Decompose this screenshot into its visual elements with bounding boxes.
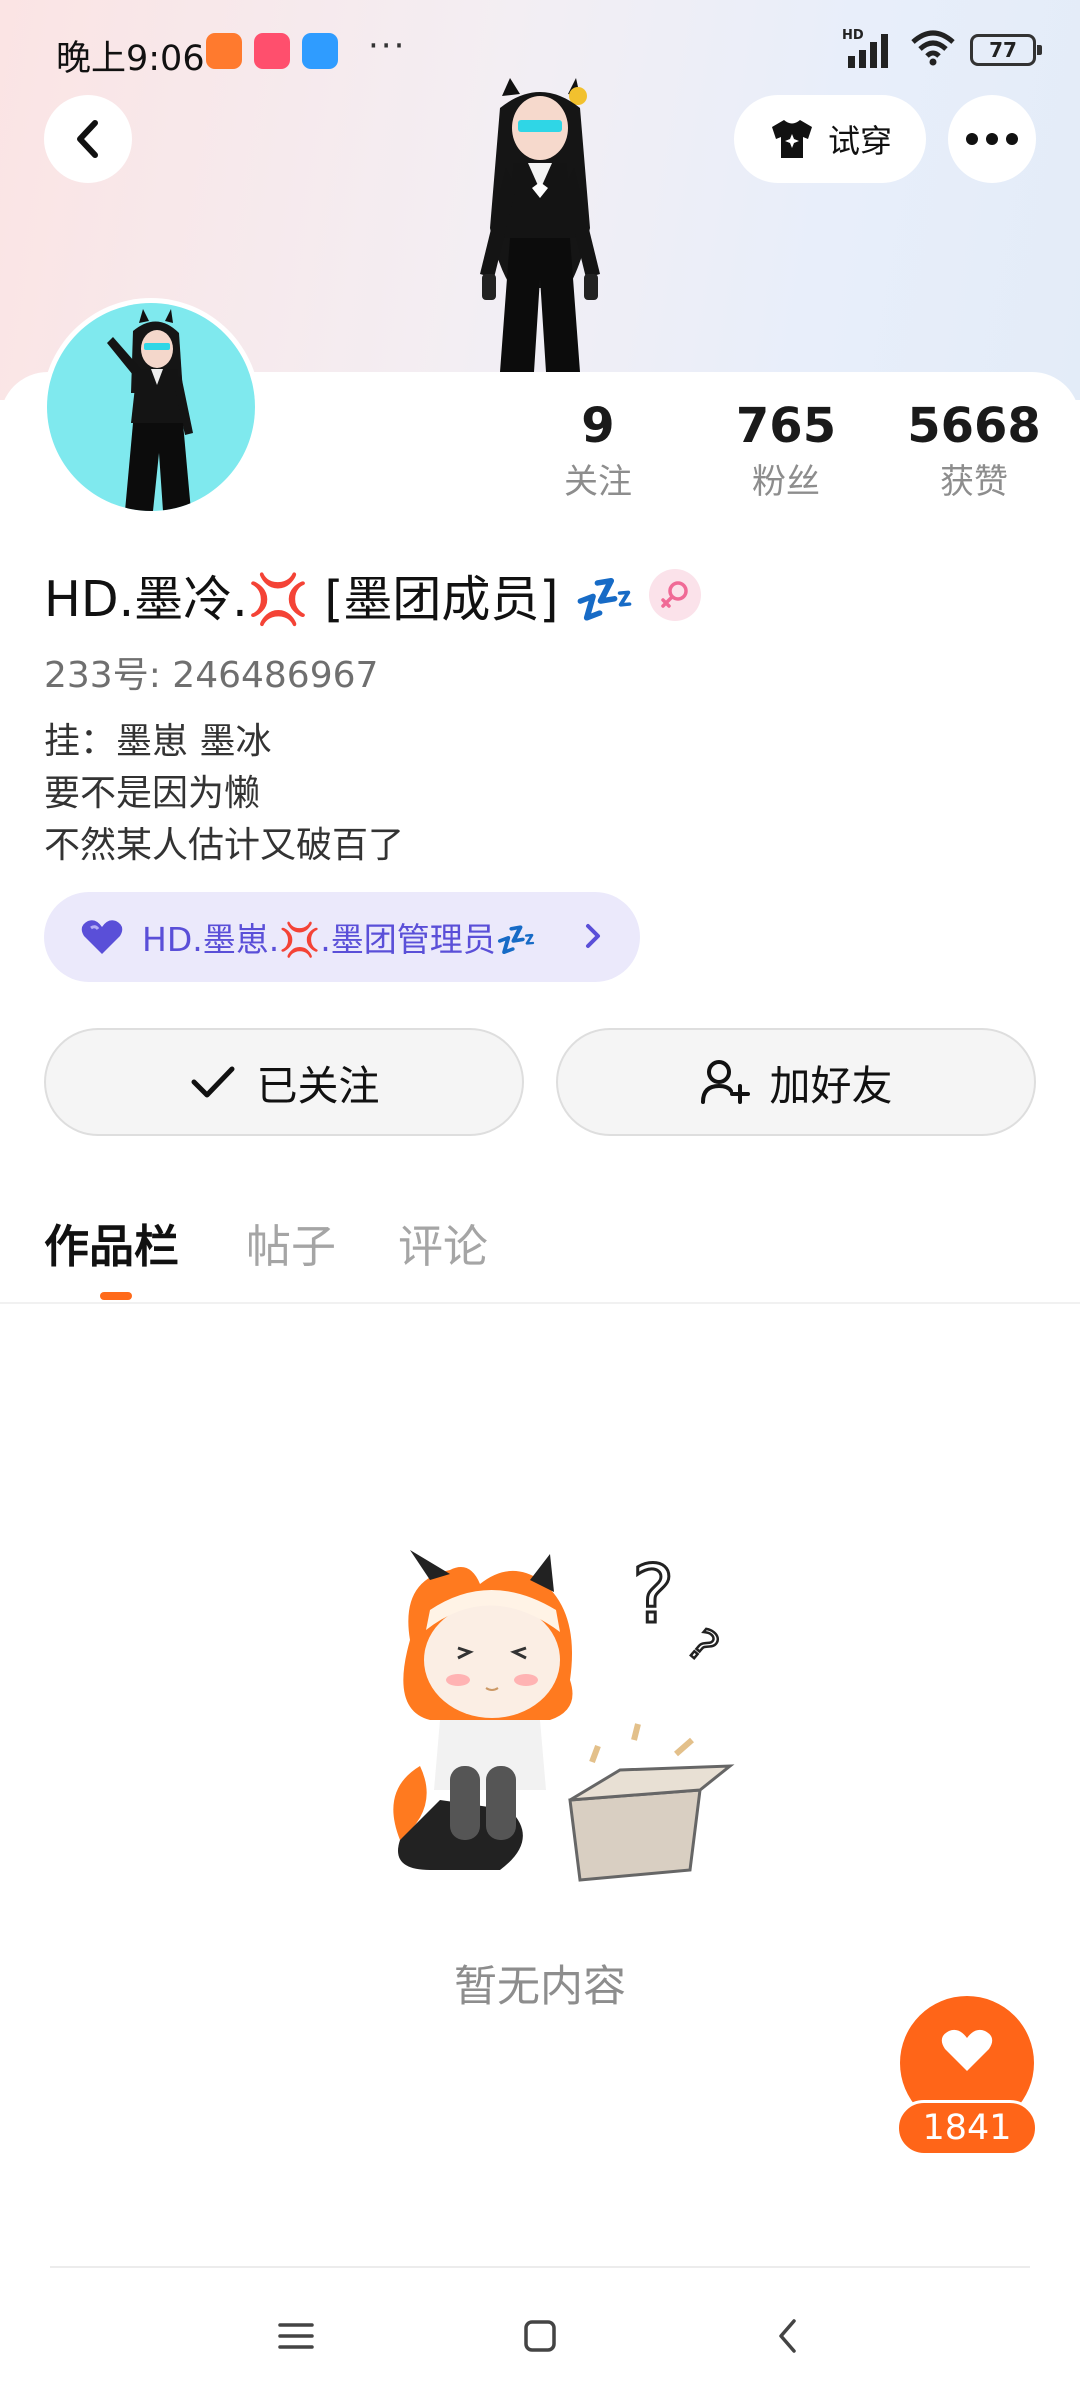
try-on-button[interactable]: 试穿	[734, 95, 926, 183]
stat-label: 关注	[564, 462, 632, 502]
female-gender-icon	[649, 569, 702, 621]
chevron-right-icon	[586, 924, 600, 948]
app-notification-icon	[254, 33, 290, 69]
relationship-tag-label: HD.墨崽.💢.墨团管理员💤	[142, 920, 537, 959]
more-options-button[interactable]	[948, 95, 1036, 183]
status-time: 晚上9:06	[56, 39, 205, 79]
user-id: 233号: 246486967	[44, 655, 379, 696]
followed-label: 已关注	[256, 1062, 380, 1110]
add-friend-label: 加好友	[769, 1062, 893, 1110]
cellular-signal-icon: HD	[842, 28, 896, 70]
bottom-divider	[50, 2266, 1030, 2268]
empty-state-text: 暂无内容	[454, 1962, 626, 2012]
stat-label: 获赞	[940, 462, 1008, 502]
relationship-tag[interactable]: HD.墨崽.💢.墨团管理员💤	[44, 892, 640, 982]
stat-label: 粉丝	[752, 462, 820, 502]
tab-posts[interactable]: 帖子	[246, 1210, 336, 1275]
stat-value: 9	[581, 398, 615, 454]
tab-divider	[0, 1302, 1080, 1304]
add-user-icon	[700, 1060, 750, 1104]
menu-icon	[278, 2323, 314, 2349]
avatar[interactable]	[42, 298, 260, 516]
empty-state-illustration: ? ?	[393, 1547, 735, 1882]
stat-likes[interactable]: 5668 获赞	[894, 396, 1054, 504]
menu-nav-button[interactable]	[256, 2306, 336, 2366]
more-dots-icon	[966, 133, 1018, 145]
stat-value: 765	[735, 398, 837, 454]
home-square-icon	[524, 2320, 556, 2352]
active-tab-indicator	[100, 1292, 132, 1300]
tshirt-icon	[771, 120, 812, 158]
tab-works[interactable]: 作品栏	[44, 1210, 179, 1275]
chevron-left-icon	[77, 120, 98, 158]
checkmark-icon	[191, 1066, 234, 1098]
add-friend-button[interactable]: 加好友	[556, 1028, 1036, 1136]
purple-heart-icon	[81, 920, 123, 954]
stat-followers[interactable]: 765 粉丝	[706, 396, 866, 504]
try-on-label: 试穿	[827, 122, 892, 160]
battery-icon: 77	[970, 34, 1042, 66]
app-notification-icon	[206, 33, 242, 69]
svg-text:?: ?	[677, 1619, 728, 1673]
avatar-image	[47, 303, 255, 511]
home-nav-button[interactable]	[500, 2306, 580, 2366]
bio-line: 不然某人估计又破百了	[44, 825, 405, 866]
wifi-icon	[910, 30, 956, 70]
bio-line: 要不是因为懒	[44, 773, 261, 814]
avatar-3d-figure	[480, 78, 600, 372]
app-notification-icon	[302, 33, 338, 69]
name-row: HD.墨冷.💢 [墨团成员] 💤	[44, 560, 702, 630]
status-indicators: HD 77	[842, 28, 1042, 70]
network-label: HD	[842, 28, 864, 43]
back-button[interactable]	[44, 95, 132, 183]
back-nav-button[interactable]	[748, 2306, 828, 2366]
more-notifications-icon: ···	[368, 26, 407, 66]
bio-line: 挂：墨崽 墨冰	[44, 721, 272, 762]
svg-text:?: ?	[632, 1548, 674, 1641]
back-arrow-icon	[779, 2319, 796, 2353]
tab-comments[interactable]: 评论	[398, 1210, 488, 1275]
stat-following[interactable]: 9 关注	[518, 396, 678, 504]
user-bio: 挂：墨崽 墨冰 要不是因为懒 不然某人估计又破百了	[44, 716, 404, 872]
user-name: HD.墨冷.💢 [墨团成员] 💤	[44, 570, 636, 628]
heart-icon	[941, 2029, 993, 2071]
like-count: 1841	[896, 2100, 1038, 2156]
stat-value: 5668	[907, 398, 1041, 454]
followed-button[interactable]: 已关注	[44, 1028, 524, 1136]
